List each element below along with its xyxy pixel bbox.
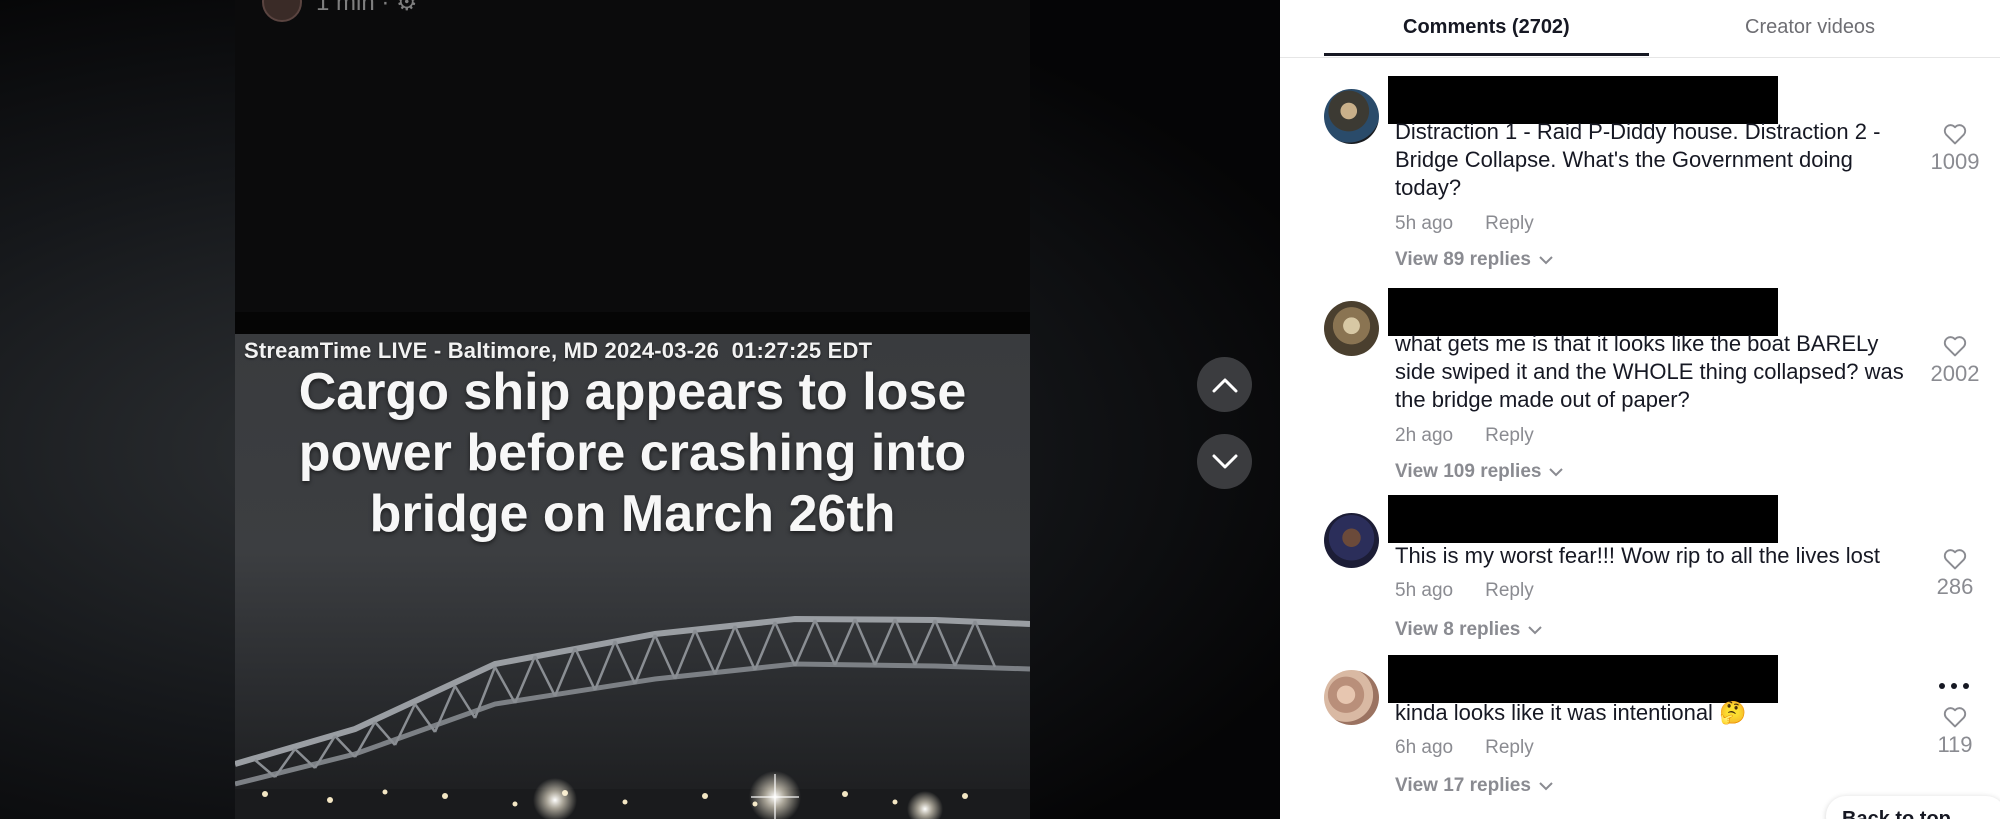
reply-button[interactable]: Reply bbox=[1485, 425, 1534, 447]
more-options-icon bbox=[1939, 683, 1969, 689]
comment-meta: 6h ago Reply bbox=[1395, 737, 1534, 759]
comment-text: what gets me is that it looks like the b… bbox=[1395, 331, 1904, 412]
heart-icon bbox=[1943, 124, 1967, 145]
view-replies-label: View 8 replies bbox=[1395, 619, 1521, 640]
comment-item: what gets me is that it looks like the b… bbox=[1280, 288, 2000, 488]
reply-button[interactable]: Reply bbox=[1485, 737, 1534, 759]
view-replies-label: View 109 replies bbox=[1395, 461, 1542, 482]
video-top-letterbox bbox=[235, 0, 1030, 312]
chevron-down-icon bbox=[1539, 255, 1553, 264]
reply-button[interactable]: Reply bbox=[1485, 213, 1534, 235]
reply-button[interactable]: Reply bbox=[1485, 580, 1534, 602]
more-options-button[interactable] bbox=[1938, 677, 1970, 695]
comment-time: 6h ago bbox=[1395, 737, 1454, 758]
comment-item: This is my worst fear!!! Wow rip to all … bbox=[1280, 495, 2000, 645]
video-caption: Cargo ship appears to lose power before … bbox=[235, 362, 1030, 545]
video-player[interactable]: StreamTime LIVE - Baltimore, MD 2024-03-… bbox=[235, 0, 1030, 819]
heart-icon bbox=[1943, 549, 1967, 570]
comment-time: 5h ago bbox=[1395, 213, 1454, 234]
commenter-avatar[interactable] bbox=[1324, 89, 1379, 144]
chevron-up-icon bbox=[1212, 378, 1237, 392]
comment-text: kinda looks like it was intentional 🤔 bbox=[1395, 700, 1747, 725]
comment-meta: 5h ago Reply bbox=[1395, 580, 1534, 602]
comments-panel: Comments (2702) Creator videos Distracti… bbox=[1280, 0, 2000, 819]
like-button[interactable]: 2002 bbox=[1925, 334, 1985, 387]
comment-time: 2h ago bbox=[1395, 425, 1454, 446]
redacted-username bbox=[1388, 495, 1778, 543]
commenter-avatar[interactable] bbox=[1324, 670, 1379, 725]
commenter-avatar[interactable] bbox=[1324, 301, 1379, 356]
comment-meta: 5h ago Reply bbox=[1395, 213, 1534, 235]
commenter-avatar[interactable] bbox=[1324, 513, 1379, 568]
comment-item: kinda looks like it was intentional 🤔 6h… bbox=[1280, 655, 2000, 819]
heart-icon bbox=[1943, 707, 1967, 728]
video-author-row: 1 min · ⚙ bbox=[262, 0, 418, 22]
like-count: 1009 bbox=[1930, 149, 1980, 174]
view-replies-label: View 89 replies bbox=[1395, 249, 1531, 270]
panel-tabs: Comments (2702) Creator videos bbox=[1280, 0, 2000, 58]
like-count: 119 bbox=[1937, 732, 1973, 757]
view-replies-button[interactable]: View 109 replies bbox=[1395, 461, 1564, 483]
heart-icon bbox=[1943, 336, 1967, 357]
comment-meta: 2h ago Reply bbox=[1395, 425, 1534, 447]
back-to-top-button[interactable]: Back to top bbox=[1826, 796, 2000, 819]
caption-line: Cargo ship appears to lose bbox=[298, 363, 967, 421]
comment-item: Distraction 1 - Raid P-Diddy house. Dist… bbox=[1280, 76, 2000, 276]
view-replies-button[interactable]: View 8 replies bbox=[1395, 619, 1543, 641]
redacted-username bbox=[1388, 76, 1778, 124]
like-button[interactable]: 286 bbox=[1925, 547, 1985, 600]
chevron-down-icon bbox=[1528, 625, 1543, 634]
view-replies-button[interactable]: View 89 replies bbox=[1395, 249, 1553, 271]
view-replies-button[interactable]: View 17 replies bbox=[1395, 775, 1553, 797]
redacted-username bbox=[1388, 288, 1778, 336]
author-meta: 1 min · ⚙ bbox=[316, 0, 418, 16]
chevron-down-icon bbox=[1539, 781, 1553, 790]
stream-timestamp-overlay: StreamTime LIVE - Baltimore, MD 2024-03-… bbox=[244, 338, 873, 363]
like-count: 2002 bbox=[1930, 361, 1980, 386]
chevron-down-icon bbox=[1212, 454, 1237, 468]
redacted-username bbox=[1388, 655, 1778, 703]
comment-text: This is my worst fear!!! Wow rip to all … bbox=[1395, 543, 1880, 568]
comment-time: 5h ago bbox=[1395, 580, 1454, 601]
active-tab-indicator bbox=[1324, 53, 1649, 56]
previous-video-button[interactable] bbox=[1197, 357, 1252, 412]
video-area: StreamTime LIVE - Baltimore, MD 2024-03-… bbox=[0, 0, 1280, 819]
author-avatar[interactable] bbox=[262, 0, 302, 22]
like-button[interactable]: 1009 bbox=[1925, 122, 1985, 175]
next-video-button[interactable] bbox=[1197, 434, 1252, 489]
view-replies-label: View 17 replies bbox=[1395, 775, 1531, 796]
comment-text: Distraction 1 - Raid P-Diddy house. Dist… bbox=[1395, 119, 1881, 200]
tab-creator-videos[interactable]: Creator videos bbox=[1745, 16, 1875, 39]
caption-line: power before crashing into bbox=[298, 424, 967, 482]
chevron-down-icon bbox=[1549, 467, 1564, 476]
tab-comments[interactable]: Comments (2702) bbox=[1403, 16, 1570, 39]
caption-line: bridge on March 26th bbox=[369, 485, 896, 543]
like-count: 286 bbox=[1936, 574, 1974, 599]
like-button[interactable]: 119 bbox=[1925, 705, 1985, 758]
video-band bbox=[235, 312, 1030, 334]
